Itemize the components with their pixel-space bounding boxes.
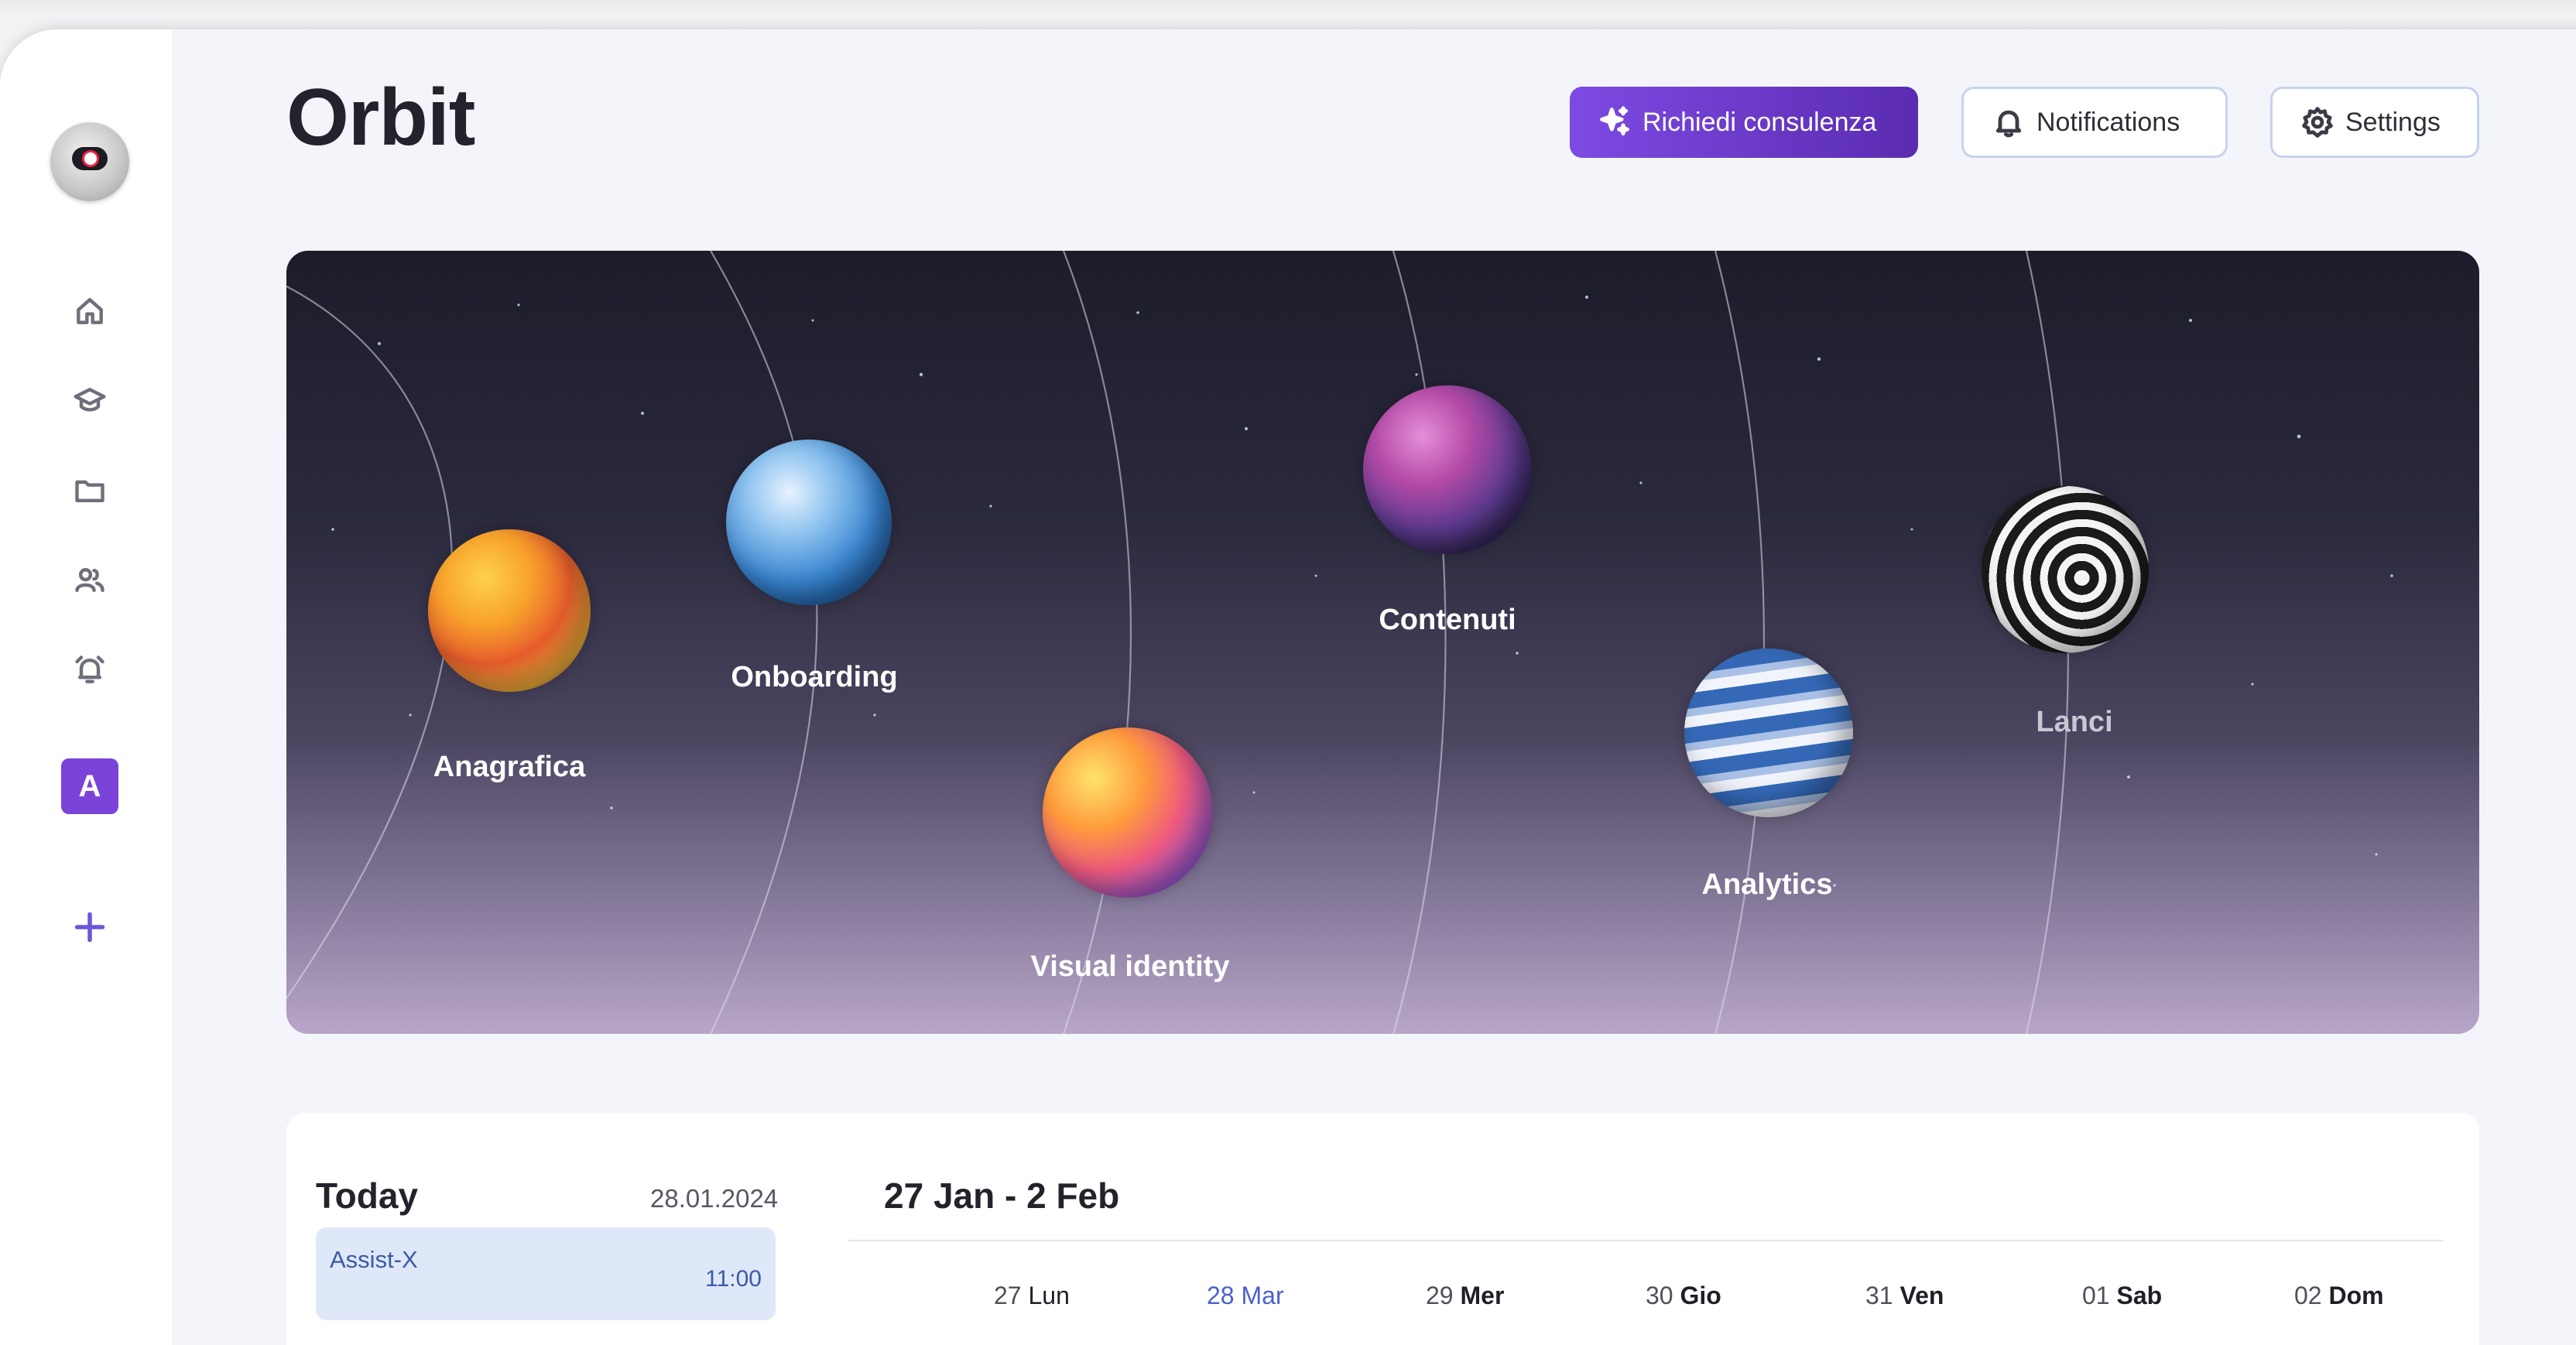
orbit-hero: Anagrafica Onboarding Visual identity Co…: [286, 251, 2479, 1034]
today-date: 28.01.2024: [650, 1184, 779, 1213]
planet-label-visual-identity[interactable]: Visual identity: [991, 950, 1269, 984]
sidebar: A: [0, 29, 172, 1345]
sidebar-item-learning[interactable]: [71, 382, 108, 419]
day-num: 28: [1207, 1282, 1235, 1309]
day-dow: Mar: [1241, 1282, 1284, 1309]
planet-label-anagrafica[interactable]: Anagrafica: [370, 751, 649, 784]
day-num: 29: [1426, 1282, 1454, 1309]
today-title: Today: [316, 1176, 419, 1216]
notifications-label: Notifications: [2036, 107, 2180, 137]
day-01[interactable]: 01 Sab: [2082, 1282, 2162, 1310]
folder-icon: [75, 480, 104, 503]
day-02[interactable]: 02 Dom: [2294, 1282, 2384, 1310]
settings-label: Settings: [2345, 107, 2441, 137]
day-num: 01: [2082, 1282, 2110, 1309]
users-icon: [75, 568, 104, 593]
schedule-card: Today 28.01.2024 Assist-X 11:00 27 Jan -…: [286, 1113, 2479, 1345]
sparkles-icon: [1600, 106, 1629, 136]
day-dow: Ven: [1899, 1282, 1944, 1309]
app-window: A Orbit Richiedi consulenza Notification…: [0, 29, 2576, 1345]
task-name: Assist-X: [330, 1246, 418, 1273]
alarm-icon: [75, 655, 104, 683]
divider: [848, 1240, 2443, 1241]
sidebar-item-files[interactable]: [71, 472, 108, 509]
day-27[interactable]: 27 Lun: [994, 1282, 1070, 1310]
home-icon: [77, 298, 103, 324]
add-workspace-button[interactable]: [73, 910, 107, 944]
planet-label-analytics[interactable]: Analytics: [1628, 868, 1906, 902]
day-num: 27: [994, 1282, 1022, 1309]
day-dow: Lun: [1028, 1282, 1070, 1309]
day-31[interactable]: 31 Ven: [1865, 1282, 1944, 1310]
sidebar-item-reminders[interactable]: [71, 652, 108, 689]
day-dow: Sab: [2116, 1282, 2163, 1309]
day-29[interactable]: 29 Mer: [1426, 1282, 1504, 1310]
planet-anagrafica[interactable]: [428, 529, 591, 692]
planet-onboarding[interactable]: [726, 440, 892, 605]
planet-contenuti[interactable]: [1363, 385, 1532, 554]
planet-label-lanci[interactable]: Lanci: [1935, 706, 2214, 739]
plus-icon: [74, 912, 105, 943]
orbit-lines: [286, 251, 2393, 1034]
day-dow: Gio: [1680, 1282, 1721, 1309]
day-num: 30: [1646, 1282, 1673, 1309]
gear-icon: [2302, 107, 2333, 138]
planet-label-contenuti[interactable]: Contenuti: [1308, 604, 1587, 637]
request-consultation-label: Richiedi consulenza: [1643, 107, 1877, 137]
graduation-cap-icon: [74, 388, 106, 412]
task-time: 11:00: [705, 1266, 762, 1292]
request-consultation-button[interactable]: Richiedi consulenza: [1570, 87, 1918, 158]
planet-visual-identity[interactable]: [1043, 727, 1213, 898]
day-28[interactable]: 28 Mar: [1207, 1282, 1284, 1310]
day-num: 02: [2294, 1282, 2322, 1309]
week-range: 27 Jan - 2 Feb: [884, 1176, 1120, 1216]
day-dow: Mer: [1460, 1282, 1505, 1309]
workspace-badge[interactable]: A: [61, 758, 118, 814]
day-30[interactable]: 30 Gio: [1646, 1282, 1721, 1310]
notifications-button[interactable]: Notifications: [1961, 87, 2228, 158]
bell-icon: [1995, 110, 2022, 138]
sidebar-item-users[interactable]: [71, 562, 108, 599]
planet-lanci[interactable]: [1982, 486, 2149, 653]
day-num: 31: [1865, 1282, 1893, 1309]
settings-button[interactable]: Settings: [2270, 87, 2479, 158]
task-card[interactable]: Assist-X 11:00: [316, 1227, 776, 1320]
planet-analytics[interactable]: [1684, 649, 1853, 817]
avatar[interactable]: [50, 122, 129, 201]
day-dow: Dom: [2328, 1282, 2384, 1309]
page-title: Orbit: [286, 73, 475, 163]
sidebar-item-home[interactable]: [71, 293, 108, 330]
planet-label-onboarding[interactable]: Onboarding: [675, 661, 954, 694]
robot-face-icon: [72, 147, 108, 170]
